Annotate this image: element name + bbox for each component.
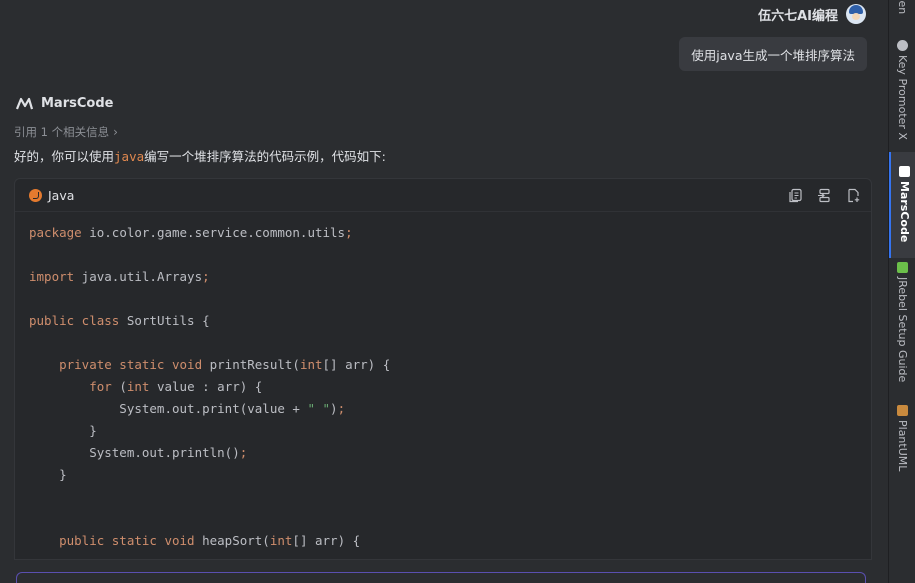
new-file-icon[interactable] bbox=[846, 188, 861, 203]
copy-icon[interactable] bbox=[788, 188, 803, 203]
answer-suffix: 编写一个堆排序算法的代码示例，代码如下: bbox=[144, 149, 386, 164]
avatar bbox=[846, 4, 866, 24]
code-token: int bbox=[299, 357, 323, 372]
marscode-logo-icon bbox=[16, 97, 33, 110]
code-token: ; bbox=[239, 445, 248, 460]
chevron-right-icon: › bbox=[113, 125, 118, 139]
answer-text: 好的，你可以使用java编写一个堆排序算法的代码示例，代码如下: bbox=[14, 146, 386, 165]
user-header: 伍六七AI编程 bbox=[758, 4, 866, 24]
code-token: } bbox=[29, 423, 97, 438]
code-token: SortUtils { bbox=[119, 313, 210, 328]
code-token: ; bbox=[345, 225, 353, 240]
code-token: [] arr) { bbox=[322, 357, 391, 372]
assistant-header: MarsCode bbox=[16, 96, 113, 111]
code-line: import java.util.Arrays; bbox=[29, 266, 857, 288]
code-line: System.out.println(); bbox=[29, 442, 857, 464]
code-token: int bbox=[126, 379, 150, 394]
java-icon bbox=[29, 188, 42, 202]
rail-tab-ven[interactable]: ven bbox=[889, 0, 915, 20]
reference-link[interactable]: 引用 1 个相关信息 › bbox=[14, 124, 118, 140]
code-line: } bbox=[29, 464, 857, 486]
insert-icon[interactable] bbox=[817, 188, 832, 203]
code-token: System.out.print(value + bbox=[29, 401, 308, 416]
rail-label: ven bbox=[896, 0, 909, 15]
code-token: printResult( bbox=[202, 357, 300, 372]
code-token: } bbox=[29, 467, 67, 482]
code-token: public class bbox=[29, 313, 120, 328]
code-line: System.out.print(value + " "); bbox=[29, 398, 857, 420]
code-token: io.color.game.service.common.utils bbox=[81, 225, 346, 240]
chat-input[interactable] bbox=[16, 572, 866, 583]
code-token: " " bbox=[307, 401, 331, 416]
rail-tab-plantuml[interactable]: PlantUML bbox=[889, 405, 915, 475]
user-name: 伍六七AI编程 bbox=[758, 8, 838, 24]
rail-label: Key Promoter X bbox=[896, 55, 909, 140]
code-block: Java package io.color.game.service.commo… bbox=[14, 178, 872, 560]
code-block-header: Java bbox=[15, 179, 871, 212]
rail-tab-key-promoter-x[interactable]: Key Promoter X bbox=[889, 40, 915, 144]
code-token: int bbox=[269, 533, 293, 548]
code-line: for (int value : arr) { bbox=[29, 376, 857, 398]
assistant-name: MarsCode bbox=[41, 96, 114, 111]
answer-prefix: 好的，你可以使用 bbox=[14, 149, 115, 164]
code-token: ; bbox=[202, 269, 210, 284]
code-token: ; bbox=[337, 401, 346, 416]
code-line: package io.color.game.service.common.uti… bbox=[29, 222, 857, 244]
chat-panel: 伍六七AI编程 使用java生成一个堆排序算法 MarsCode 引用 1 个相… bbox=[0, 0, 888, 583]
code-token: ) bbox=[330, 401, 338, 416]
code-token: java.util.Arrays bbox=[74, 269, 203, 284]
key-promoter-icon bbox=[897, 40, 908, 51]
user-message-text: 使用java生成一个堆排序算法 bbox=[691, 47, 855, 63]
rail-tab-jrebel-setup-guide[interactable]: JRebel Setup Guide bbox=[889, 262, 915, 384]
plantuml-icon bbox=[897, 405, 908, 416]
code-token: import bbox=[29, 269, 75, 284]
rail-label: MarsCode bbox=[898, 181, 911, 243]
code-actions bbox=[788, 179, 861, 211]
code-line: public class SortUtils { bbox=[29, 310, 857, 332]
answer-inline-code: java bbox=[114, 149, 145, 164]
code-token: private static void bbox=[29, 357, 203, 372]
code-line: } bbox=[29, 420, 857, 442]
reference-label: 引用 1 个相关信息 bbox=[14, 125, 110, 139]
code-body: package io.color.game.service.common.uti… bbox=[15, 212, 871, 559]
code-token: value : arr) { bbox=[149, 379, 263, 394]
code-line: public static void heapSort(int[] arr) { bbox=[29, 530, 857, 552]
user-message-bubble: 使用java生成一个堆排序算法 bbox=[679, 37, 867, 71]
right-tool-rail: ven Key Promoter X MarsCode JRebel Setup Gu… bbox=[888, 0, 915, 583]
rail-label: PlantUML bbox=[896, 420, 909, 472]
code-language: Java bbox=[48, 187, 75, 203]
jrebel-icon bbox=[897, 262, 908, 273]
marscode-icon bbox=[899, 166, 910, 177]
code-token: System.out.println() bbox=[29, 445, 240, 460]
rail-tab-marscode[interactable]: MarsCode bbox=[889, 152, 915, 258]
code-token: for bbox=[29, 379, 112, 394]
code-token: ( bbox=[111, 379, 127, 394]
code-line: private static void printResult(int[] ar… bbox=[29, 354, 857, 376]
rail-label: JRebel Setup Guide bbox=[896, 277, 909, 383]
code-token: [] arr) { bbox=[292, 533, 361, 548]
code-token: heapSort( bbox=[194, 533, 270, 548]
code-token: public static void bbox=[29, 533, 195, 548]
code-token: package bbox=[29, 225, 82, 240]
